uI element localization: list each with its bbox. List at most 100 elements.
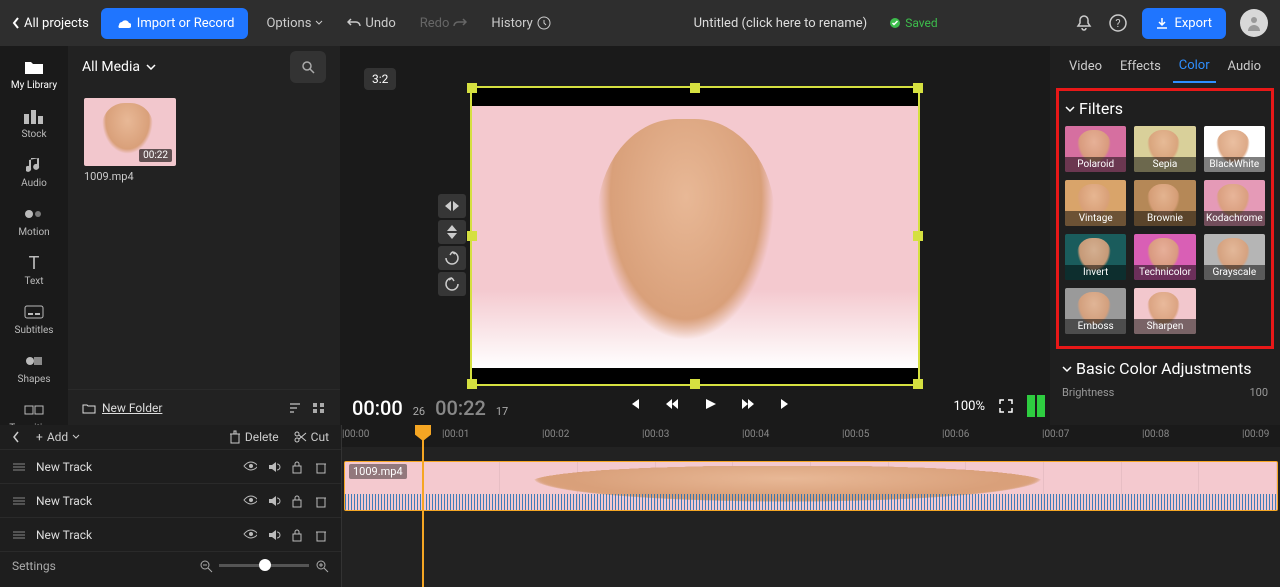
forward-button[interactable] bbox=[739, 395, 757, 413]
tab-audio[interactable]: Audio bbox=[1222, 51, 1267, 82]
user-avatar[interactable] bbox=[1240, 9, 1268, 37]
timeline-clip[interactable]: 1009.mp4 bbox=[344, 461, 1278, 511]
slider-thumb[interactable] bbox=[259, 559, 271, 571]
trash-icon[interactable] bbox=[315, 460, 329, 474]
back-to-projects[interactable]: All projects bbox=[12, 16, 89, 31]
rewind-button[interactable] bbox=[663, 395, 681, 413]
sidebar-item-text[interactable]: T Text bbox=[0, 246, 68, 295]
rotate-ccw-button[interactable] bbox=[438, 272, 466, 296]
sidebar-item-label: My Library bbox=[11, 80, 57, 91]
sidebar-item-stock[interactable]: Stock bbox=[0, 99, 68, 148]
timeline-ruler[interactable]: |00:00|00:01|00:02|00:03|00:04|00:05|00:… bbox=[342, 425, 1280, 447]
zoom-out-icon[interactable] bbox=[199, 559, 213, 573]
import-record-button[interactable]: Import or Record bbox=[101, 8, 249, 39]
new-folder-button[interactable]: New Folder bbox=[82, 401, 162, 415]
history-button[interactable]: History bbox=[485, 12, 556, 35]
visibility-icon[interactable] bbox=[243, 460, 257, 474]
tab-effects[interactable]: Effects bbox=[1114, 51, 1167, 82]
zoom-percent[interactable]: 100% bbox=[954, 399, 985, 414]
options-button[interactable]: Options bbox=[260, 12, 329, 35]
filter-kodachrome[interactable]: Kodachrome bbox=[1204, 180, 1265, 226]
back-label: All projects bbox=[24, 16, 89, 31]
resize-handle[interactable] bbox=[467, 231, 477, 241]
mute-icon[interactable] bbox=[267, 528, 281, 542]
visibility-icon[interactable] bbox=[243, 494, 257, 508]
tab-video[interactable]: Video bbox=[1063, 51, 1108, 82]
flip-horizontal-button[interactable] bbox=[438, 194, 466, 218]
drag-handle-icon[interactable] bbox=[12, 530, 26, 540]
notifications-button[interactable] bbox=[1074, 13, 1094, 33]
resize-handle[interactable] bbox=[690, 83, 700, 93]
filter-polaroid[interactable]: Polaroid bbox=[1065, 126, 1126, 172]
timeline-zoom-slider[interactable] bbox=[199, 559, 329, 573]
mute-icon[interactable] bbox=[267, 460, 281, 474]
aspect-ratio-badge[interactable]: 3:2 bbox=[364, 68, 396, 90]
filter-blackwhite[interactable]: BlackWhite bbox=[1204, 126, 1265, 172]
sidebar-item-motion[interactable]: Motion bbox=[0, 197, 68, 246]
skip-end-button[interactable] bbox=[777, 395, 795, 413]
sidebar-item-shapes[interactable]: Shapes bbox=[0, 344, 68, 393]
media-item[interactable]: 00:22 1009.mp4 bbox=[84, 98, 176, 183]
cut-button[interactable]: Cut bbox=[293, 430, 329, 444]
track-row[interactable]: New Track bbox=[0, 517, 341, 551]
visibility-icon[interactable] bbox=[243, 528, 257, 542]
drag-handle-icon[interactable] bbox=[12, 496, 26, 506]
add-label: Add bbox=[47, 430, 68, 444]
resize-handle[interactable] bbox=[913, 83, 923, 93]
filter-sepia[interactable]: Sepia bbox=[1134, 126, 1195, 172]
undo-button[interactable]: Undo bbox=[341, 12, 401, 35]
filter-vintage[interactable]: Vintage bbox=[1065, 180, 1126, 226]
download-icon bbox=[1156, 17, 1168, 29]
redo-button[interactable]: Redo bbox=[414, 12, 474, 35]
timeline[interactable]: |00:00|00:01|00:02|00:03|00:04|00:05|00:… bbox=[342, 425, 1280, 587]
media-filename: 1009.mp4 bbox=[84, 170, 176, 183]
settings-label[interactable]: Settings bbox=[12, 559, 56, 573]
filters-title[interactable]: Filters bbox=[1065, 99, 1265, 118]
sidebar-item-audio[interactable]: Audio bbox=[0, 148, 68, 197]
search-button[interactable] bbox=[290, 51, 326, 83]
sidebar-item-library[interactable]: My Library bbox=[0, 50, 68, 99]
lock-icon[interactable] bbox=[291, 494, 305, 508]
lock-icon[interactable] bbox=[291, 460, 305, 474]
sort-icon[interactable] bbox=[288, 402, 302, 414]
resize-handle[interactable] bbox=[467, 83, 477, 93]
rotate-cw-button[interactable] bbox=[438, 246, 466, 270]
mute-icon[interactable] bbox=[267, 494, 281, 508]
flip-vertical-button[interactable] bbox=[438, 220, 466, 244]
grid-view-icon[interactable] bbox=[312, 402, 326, 414]
resize-handle[interactable] bbox=[467, 379, 477, 389]
resize-handle[interactable] bbox=[913, 379, 923, 389]
add-track-button[interactable]: +Add bbox=[36, 430, 80, 444]
export-button[interactable]: Export bbox=[1142, 8, 1226, 39]
track-row[interactable]: New Track bbox=[0, 483, 341, 517]
filter-technicolor[interactable]: Technicolor bbox=[1134, 234, 1195, 280]
filter-sharpen[interactable]: Sharpen bbox=[1134, 288, 1195, 334]
sidebar-item-subtitles[interactable]: Subtitles bbox=[0, 295, 68, 344]
total-frames: 17 bbox=[496, 405, 508, 418]
chevron-left-icon[interactable] bbox=[12, 431, 20, 443]
play-button[interactable] bbox=[701, 395, 719, 413]
filter-grayscale[interactable]: Grayscale bbox=[1204, 234, 1265, 280]
drag-handle-icon[interactable] bbox=[12, 462, 26, 472]
filter-brownie[interactable]: Brownie bbox=[1134, 180, 1195, 226]
tab-color[interactable]: Color bbox=[1173, 50, 1216, 83]
filter-invert[interactable]: Invert bbox=[1065, 234, 1126, 280]
skip-start-button[interactable] bbox=[625, 395, 643, 413]
lock-icon[interactable] bbox=[291, 528, 305, 542]
resize-handle[interactable] bbox=[690, 379, 700, 389]
resize-handle[interactable] bbox=[913, 231, 923, 241]
project-title[interactable]: Untitled (click here to rename) bbox=[694, 16, 868, 31]
trash-icon[interactable] bbox=[315, 494, 329, 508]
fullscreen-button[interactable] bbox=[997, 397, 1015, 415]
help-button[interactable]: ? bbox=[1108, 13, 1128, 33]
zoom-in-icon[interactable] bbox=[315, 559, 329, 573]
track-row[interactable]: New Track bbox=[0, 449, 341, 483]
timeline-playhead[interactable] bbox=[422, 425, 424, 587]
check-icon bbox=[889, 17, 901, 29]
preview-canvas[interactable] bbox=[470, 86, 920, 386]
filter-emboss[interactable]: Emboss bbox=[1065, 288, 1126, 334]
media-filter-select[interactable]: All Media bbox=[82, 59, 156, 75]
delete-button[interactable]: Delete bbox=[229, 430, 279, 444]
trash-icon[interactable] bbox=[315, 528, 329, 542]
adjustments-title[interactable]: Basic Color Adjustments bbox=[1062, 359, 1268, 378]
